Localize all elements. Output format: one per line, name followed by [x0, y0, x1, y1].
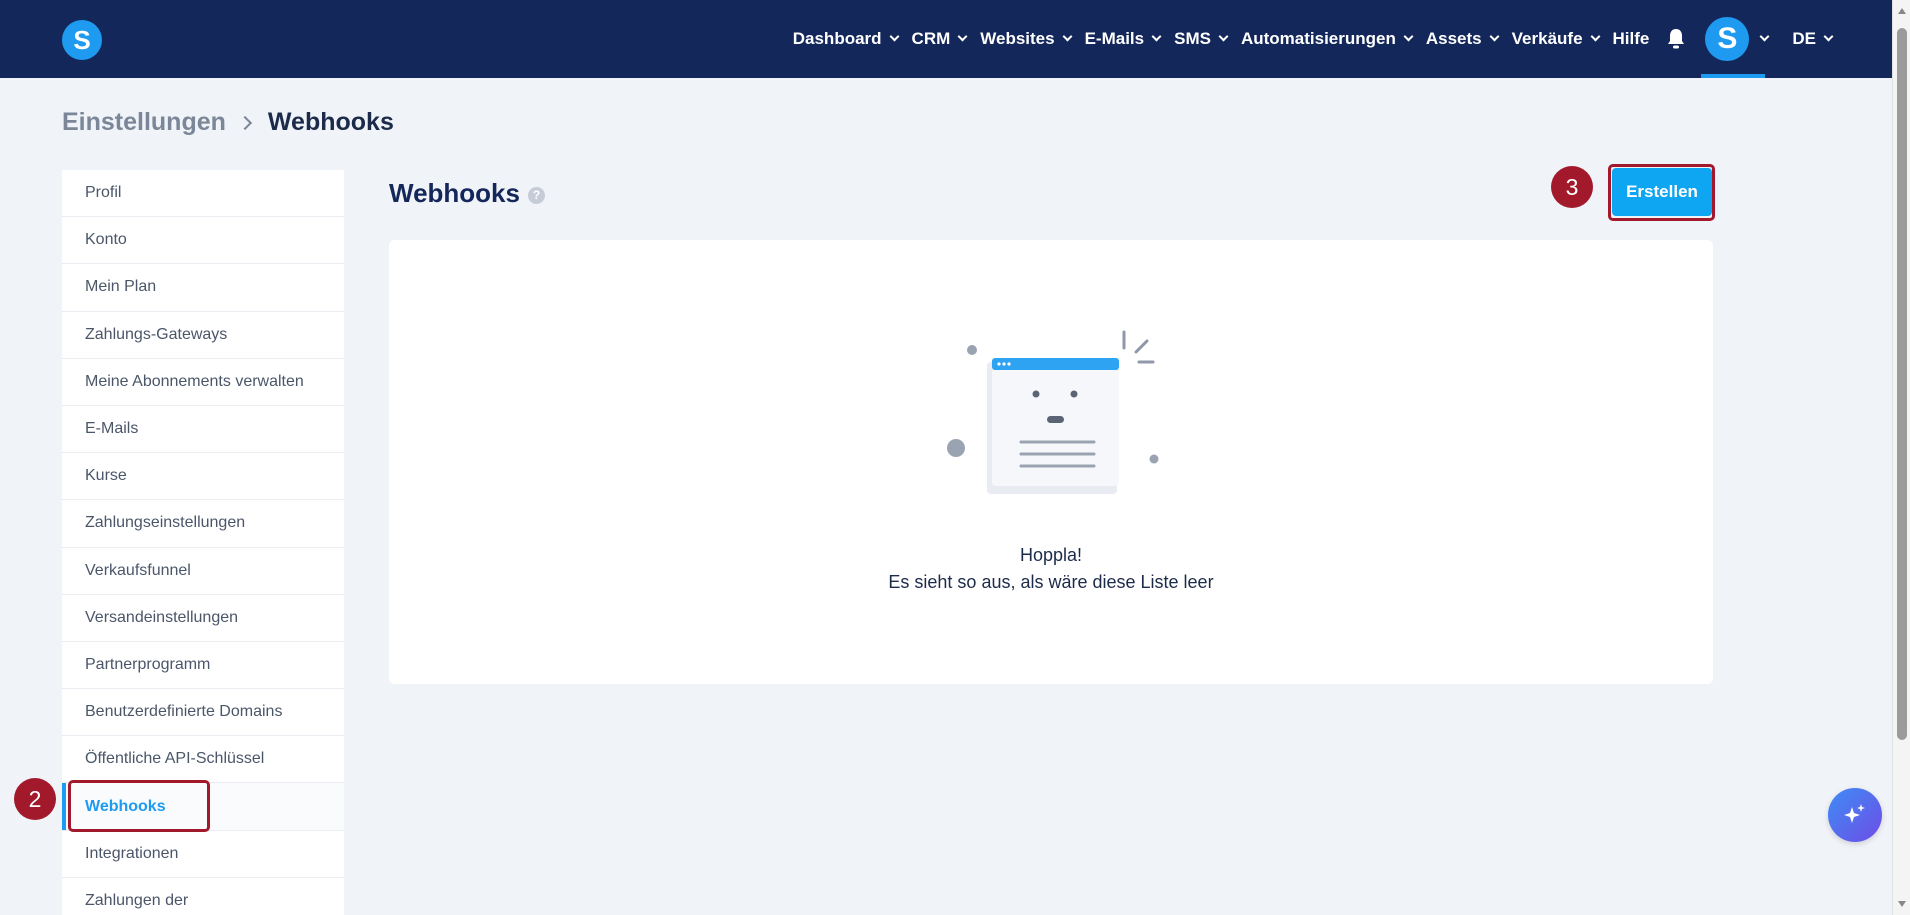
sidebar-item-label: Zahlungseinstellungen	[85, 514, 246, 532]
chevron-down-icon	[1218, 31, 1229, 42]
nav-hilfe[interactable]: Hilfe	[1613, 29, 1650, 49]
top-navigation-bar: S Dashboard CRM Websites E-Mails SMS Aut…	[0, 0, 1892, 78]
nav-dashboard[interactable]: Dashboard	[792, 29, 899, 49]
nav-websites-label: Websites	[980, 29, 1055, 48]
nav-automatisierungen[interactable]: Automatisierungen	[1240, 29, 1414, 49]
sidebar-item-label: E-Mails	[85, 420, 139, 438]
nav-websites[interactable]: Websites	[980, 29, 1073, 49]
nav-assets-label: Assets	[1425, 29, 1482, 48]
sidebar-item-custom-domains[interactable]: Benutzerdefinierte Domains	[62, 689, 344, 737]
app-logo[interactable]: S	[62, 20, 102, 60]
nav-dashboard-label: Dashboard	[792, 29, 882, 48]
user-menu[interactable]: S	[1701, 0, 1770, 78]
chevron-down-icon	[1151, 31, 1162, 42]
breadcrumb: Einstellungen Webhooks	[62, 108, 394, 137]
step-marker-3: 3	[1551, 166, 1593, 208]
nav-crm[interactable]: CRM	[911, 29, 968, 49]
sidebar-item-webhooks[interactable]: Webhooks	[62, 783, 344, 831]
sidebar-item-profil[interactable]: Profil	[62, 170, 344, 218]
nav-assets[interactable]: Assets	[1425, 29, 1500, 49]
sidebar-item-label: Versandeinstellungen	[85, 608, 239, 626]
empty-state-illustration-icon	[929, 320, 1159, 500]
sparkle-icon	[1844, 804, 1865, 823]
sidebar-item-label: Öffentliche API-Schlüssel	[85, 750, 265, 768]
chevron-right-icon	[237, 115, 252, 130]
sidebar-item-label: Webhooks	[85, 797, 166, 815]
chevron-down-icon	[1590, 31, 1600, 42]
main-nav: Dashboard CRM Websites E-Mails SMS Autom…	[779, 0, 1834, 78]
sidebar-item-zahlungs-gateways[interactable]: Zahlungs-Gateways	[62, 312, 344, 359]
chevron-down-icon	[957, 31, 968, 42]
page-scrollbar[interactable]	[1892, 0, 1910, 915]
nav-hilfe-label: Hilfe	[1612, 29, 1650, 48]
sidebar-item-label: Partnerprogramm	[85, 655, 211, 673]
sidebar-item-versandeinstellungen[interactable]: Versandeinstellungen	[62, 595, 344, 642]
create-button[interactable]: Erstellen	[1612, 168, 1712, 216]
empty-state-subtitle: Es sieht so aus, als wäre diese Liste le…	[888, 572, 1214, 592]
sidebar-item-label: Meine Abonnements verwalten	[85, 372, 304, 390]
chevron-down-icon	[1759, 31, 1770, 42]
sidebar-item-label: Zahlungen der	[85, 891, 189, 909]
sidebar-item-abonnements[interactable]: Meine Abonnements verwalten	[62, 359, 344, 406]
sidebar-item-emails[interactable]: E-Mails	[62, 406, 344, 454]
sidebar-item-label: Konto	[85, 231, 127, 249]
sidebar-item-label: Zahlungs-Gateways	[85, 325, 228, 343]
chevron-down-icon	[889, 31, 899, 42]
empty-state-title: Hoppla!	[1019, 545, 1083, 565]
sidebar-item-api-keys[interactable]: Öffentliche API-Schlüssel	[62, 736, 344, 784]
language-selector[interactable]: DE	[1792, 29, 1834, 49]
sidebar-item-label: Benutzerdefinierte Domains	[85, 703, 283, 721]
chevron-down-icon	[1062, 31, 1073, 42]
sidebar-item-label: Kurse	[85, 467, 127, 485]
avatar[interactable]: S	[1705, 17, 1750, 61]
language-label: DE	[1792, 29, 1816, 48]
nav-verkaeufe-label: Verkäufe	[1511, 29, 1583, 48]
nav-sms[interactable]: SMS	[1174, 29, 1229, 49]
scroll-up-arrow-icon[interactable]	[1898, 8, 1906, 14]
sidebar-item-label: Verkaufsfunnel	[85, 561, 191, 579]
breadcrumb-parent-link[interactable]: Einstellungen	[62, 108, 226, 137]
sidebar-item-label: Mein Plan	[85, 278, 157, 296]
sidebar-item-verkaufsfunnel[interactable]: Verkaufsfunnel	[62, 548, 344, 595]
sidebar-item-partnerprogramm[interactable]: Partnerprogramm	[62, 642, 344, 690]
sidebar-item-konto[interactable]: Konto	[62, 217, 344, 265]
nav-sms-label: SMS	[1174, 29, 1211, 48]
active-indicator	[1701, 74, 1766, 78]
step-marker-2: 2	[14, 778, 56, 820]
nav-emails-label: E-Mails	[1084, 29, 1145, 48]
help-icon[interactable]: ?	[527, 186, 545, 204]
sidebar-item-zahlungen[interactable]: Zahlungen der	[62, 878, 344, 915]
chevron-down-icon	[1403, 31, 1414, 42]
sidebar-item-zahlungseinstellungen[interactable]: Zahlungseinstellungen	[62, 500, 344, 548]
nav-automatisierungen-label: Automatisierungen	[1240, 29, 1396, 48]
nav-crm-label: CRM	[911, 29, 951, 48]
sidebar-item-integrationen[interactable]: Integrationen	[62, 831, 344, 878]
chevron-down-icon	[1823, 31, 1834, 42]
sidebar-item-label: Integrationen	[85, 844, 179, 862]
settings-sidebar: Profil Konto Mein Plan Zahlungs-Gateways…	[62, 170, 344, 915]
scrollbar-thumb[interactable]	[1897, 28, 1907, 740]
breadcrumb-current: Webhooks	[267, 108, 394, 136]
nav-verkaeufe[interactable]: Verkäufe	[1511, 29, 1600, 49]
page-title: Webhooks ?	[389, 178, 545, 209]
sidebar-item-kurse[interactable]: Kurse	[62, 453, 344, 501]
ai-assistant-button[interactable]	[1828, 788, 1882, 842]
scroll-down-arrow-icon[interactable]	[1898, 901, 1906, 907]
page-title-text: Webhooks	[389, 178, 520, 208]
sidebar-item-label: Profil	[85, 184, 122, 202]
webhooks-list-card: Hoppla! Es sieht so aus, als wäre diese …	[389, 240, 1713, 684]
bell-icon[interactable]	[1665, 28, 1687, 50]
chevron-down-icon	[1489, 31, 1500, 42]
sidebar-item-mein-plan[interactable]: Mein Plan	[62, 264, 344, 312]
nav-emails[interactable]: E-Mails	[1084, 29, 1162, 49]
